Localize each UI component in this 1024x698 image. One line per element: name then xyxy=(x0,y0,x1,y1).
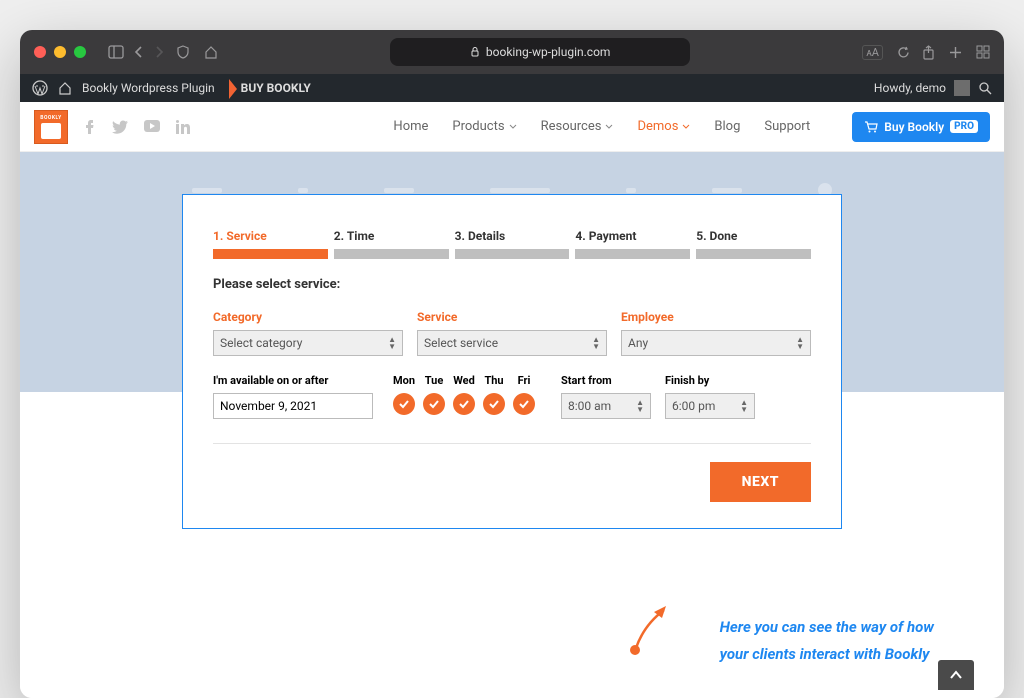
check-icon xyxy=(483,393,505,415)
booking-wizard-card: 1. Service 2. Time 3. Details 4. Payment… xyxy=(182,194,842,529)
wizard-steps: 1. Service 2. Time 3. Details 4. Payment… xyxy=(213,229,811,259)
finish-by-label: Finish by xyxy=(665,374,755,387)
url-text: booking-wp-plugin.com xyxy=(486,45,611,59)
reader-icon[interactable]: ᴀA xyxy=(862,45,883,60)
linkedin-icon[interactable] xyxy=(176,120,190,134)
facebook-icon[interactable] xyxy=(82,120,96,134)
day-thu[interactable]: Thu xyxy=(483,374,505,415)
annotation-arrow-icon xyxy=(624,600,674,660)
check-icon xyxy=(513,393,535,415)
step-details[interactable]: 3. Details xyxy=(455,229,570,259)
day-fri[interactable]: Fri xyxy=(513,374,535,415)
share-icon[interactable] xyxy=(922,45,935,60)
chevron-down-icon xyxy=(509,124,517,130)
day-mon[interactable]: Mon xyxy=(393,374,415,415)
step-done[interactable]: 5. Done xyxy=(696,229,811,259)
check-icon xyxy=(423,393,445,415)
browser-chrome: booking-wp-plugin.com ᴀA xyxy=(20,30,1004,74)
next-button[interactable]: NEXT xyxy=(710,462,811,502)
reload-icon[interactable] xyxy=(897,46,910,59)
finish-by-select[interactable]: 6:00 pm▲▼ xyxy=(665,393,755,419)
nav-forward-icon xyxy=(154,45,164,59)
nav-resources[interactable]: Resources xyxy=(541,119,614,134)
home-icon[interactable] xyxy=(204,45,218,59)
start-from-label: Start from xyxy=(561,374,651,387)
wp-site-name[interactable]: Bookly Wordpress Plugin xyxy=(82,81,215,95)
check-icon xyxy=(393,393,415,415)
new-tab-icon[interactable] xyxy=(949,46,962,59)
employee-select[interactable]: Any▲▼ xyxy=(621,330,811,356)
scroll-to-top-button[interactable] xyxy=(938,660,974,690)
wp-howdy-text[interactable]: Howdy, demo xyxy=(874,81,946,95)
availability-date-input[interactable]: November 9, 2021 xyxy=(213,393,373,419)
sidebar-toggle-icon[interactable] xyxy=(108,45,124,59)
availability-label: I'm available on or after xyxy=(213,374,373,387)
wp-avatar-icon[interactable] xyxy=(954,80,970,96)
wp-buy-link[interactable]: BUY BOOKLY xyxy=(241,81,311,95)
annotation-caption: Here you can see the way of how your cli… xyxy=(720,614,934,668)
page-body: 1. Service 2. Time 3. Details 4. Payment… xyxy=(20,152,1004,698)
cart-icon xyxy=(864,121,878,133)
youtube-icon[interactable] xyxy=(144,120,160,132)
address-bar[interactable]: booking-wp-plugin.com xyxy=(390,38,690,66)
start-from-select[interactable]: 8:00 am▲▼ xyxy=(561,393,651,419)
chevron-down-icon xyxy=(682,124,690,130)
check-icon xyxy=(453,393,475,415)
tabs-overview-icon[interactable] xyxy=(976,45,990,59)
category-select[interactable]: Select category▲▼ xyxy=(213,330,403,356)
nav-blog[interactable]: Blog xyxy=(714,119,740,134)
service-select[interactable]: Select service▲▼ xyxy=(417,330,607,356)
wp-admin-bar: Bookly Wordpress Plugin BUY BOOKLY Howdy… xyxy=(20,74,1004,102)
window-minimize-icon[interactable] xyxy=(54,46,66,58)
wizard-prompt: Please select service: xyxy=(213,277,811,292)
step-service[interactable]: 1. Service xyxy=(213,229,328,259)
day-wed[interactable]: Wed xyxy=(453,374,475,415)
site-header: BOOKLY Home Products Resources Demos Blo… xyxy=(20,102,1004,152)
nav-support[interactable]: Support xyxy=(764,119,810,134)
shield-icon[interactable] xyxy=(176,45,190,59)
buy-bookly-button[interactable]: Buy Bookly PRO xyxy=(852,112,990,142)
nav-home[interactable]: Home xyxy=(393,119,428,134)
lock-icon xyxy=(470,47,480,57)
wp-search-icon[interactable] xyxy=(978,81,992,95)
bookly-logo[interactable]: BOOKLY xyxy=(34,110,68,144)
category-label: Category xyxy=(213,310,403,324)
window-close-icon[interactable] xyxy=(34,46,46,58)
day-tue[interactable]: Tue xyxy=(423,374,445,415)
chevron-down-icon xyxy=(605,124,613,130)
site-home-icon[interactable] xyxy=(58,81,72,95)
service-label: Service xyxy=(417,310,607,324)
nav-back-icon[interactable] xyxy=(134,45,144,59)
nav-products[interactable]: Products xyxy=(452,119,516,134)
social-links xyxy=(82,120,190,134)
primary-nav: Home Products Resources Demos Blog Suppo… xyxy=(393,112,990,142)
step-time[interactable]: 2. Time xyxy=(334,229,449,259)
wordpress-icon[interactable] xyxy=(32,80,48,96)
employee-label: Employee xyxy=(621,310,811,324)
chevron-up-icon xyxy=(949,670,963,680)
step-payment[interactable]: 4. Payment xyxy=(575,229,690,259)
window-zoom-icon[interactable] xyxy=(74,46,86,58)
nav-demos[interactable]: Demos xyxy=(637,119,690,134)
twitter-icon[interactable] xyxy=(112,120,128,134)
